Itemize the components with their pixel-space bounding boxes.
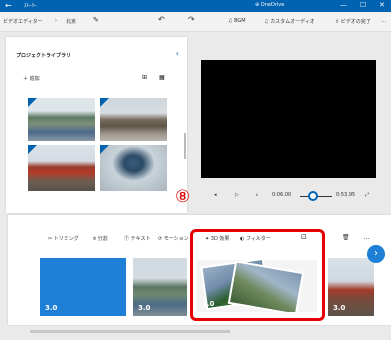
- text-button[interactable]: Ⓣ テキスト: [124, 235, 150, 242]
- split-button[interactable]: ⫛ 分割: [93, 235, 108, 242]
- delete-icon[interactable]: 🗑: [342, 234, 350, 241]
- current-time: 0:06.00: [272, 192, 292, 198]
- motion-button[interactable]: ⟳ モーション: [158, 235, 189, 242]
- library-thumbnail[interactable]: [100, 145, 167, 191]
- minimize-button[interactable]: —: [340, 1, 347, 10]
- more-icon[interactable]: …: [381, 18, 386, 24]
- library-thumbnail[interactable]: [100, 98, 167, 141]
- fullscreen-icon[interactable]: ⤢: [365, 192, 369, 198]
- grid-view-icon[interactable]: ⊞: [142, 74, 147, 81]
- custom-audio-button[interactable]: ♫ カスタムオーディオ: [264, 18, 315, 25]
- clip-duration: 3.0: [138, 304, 151, 312]
- library-thumbnail[interactable]: [28, 98, 95, 141]
- add-media-button[interactable]: ＋ 追加: [23, 75, 40, 82]
- storyboard-clip[interactable]: 3.0: [328, 258, 374, 316]
- redo-icon[interactable]: ↷: [188, 15, 195, 24]
- list-view-icon[interactable]: ▦: [159, 74, 165, 81]
- more-tools-icon[interactable]: …: [363, 233, 370, 241]
- seek-handle[interactable]: [308, 191, 318, 201]
- project-library: プロジェクトライブラリ ‹ ＋ 追加 ⊞ ▦: [6, 37, 187, 213]
- clip-duration: 3.0: [333, 304, 346, 312]
- edit-icon[interactable]: ✎: [93, 16, 99, 24]
- video-preview[interactable]: [201, 60, 376, 178]
- breadcrumb-separator: ›: [55, 18, 57, 24]
- library-title: プロジェクトライブラリ: [16, 53, 72, 59]
- clip-duration: 3.0: [45, 304, 58, 312]
- finish-video-button[interactable]: ⇪ ビデオの完了: [335, 18, 371, 25]
- scroll-next-icon[interactable]: ›: [367, 245, 385, 263]
- next-frame-icon[interactable]: ▹: [256, 192, 259, 198]
- storyboard-scrollbar[interactable]: [30, 330, 230, 333]
- total-time: 0:53.95: [336, 192, 356, 198]
- library-thumbnail[interactable]: [28, 145, 95, 191]
- close-button[interactable]: ✕: [379, 1, 385, 10]
- play-icon[interactable]: ▷: [235, 192, 239, 198]
- trim-button[interactable]: ✂ トリミング: [48, 235, 79, 242]
- toolbar: ビデオエディター › 北京 ✎ ↶ ↷ ♫ BGM ♫ カスタムオーディオ ⇪ …: [0, 12, 391, 32]
- breadcrumb-video-editor[interactable]: ビデオエディター: [3, 18, 43, 25]
- previous-frame-icon[interactable]: ◂: [214, 192, 217, 198]
- onedrive-account[interactable]: ⊕ OneDrive: [255, 2, 284, 8]
- undo-icon[interactable]: ↶: [158, 15, 165, 24]
- storyboard-clip[interactable]: 3.0: [133, 258, 187, 316]
- back-button[interactable]: ←: [5, 1, 12, 10]
- storyboard-clip[interactable]: 3.0: [40, 258, 126, 316]
- app-name: ｽﾄｰﾘｰ: [24, 3, 37, 9]
- project-name: 北京: [66, 19, 77, 25]
- step-number-annotation: ⑧: [175, 187, 191, 207]
- maximize-button[interactable]: ☐: [360, 1, 366, 10]
- title-bar: ← ｽﾄｰﾘｰ ⊕ OneDrive — ☐ ✕: [0, 0, 391, 12]
- bgm-button[interactable]: ♫ BGM: [228, 18, 246, 24]
- library-scrollbar[interactable]: [184, 133, 186, 159]
- highlight-annotation: [190, 229, 325, 321]
- collapse-library-icon[interactable]: ‹: [176, 49, 179, 58]
